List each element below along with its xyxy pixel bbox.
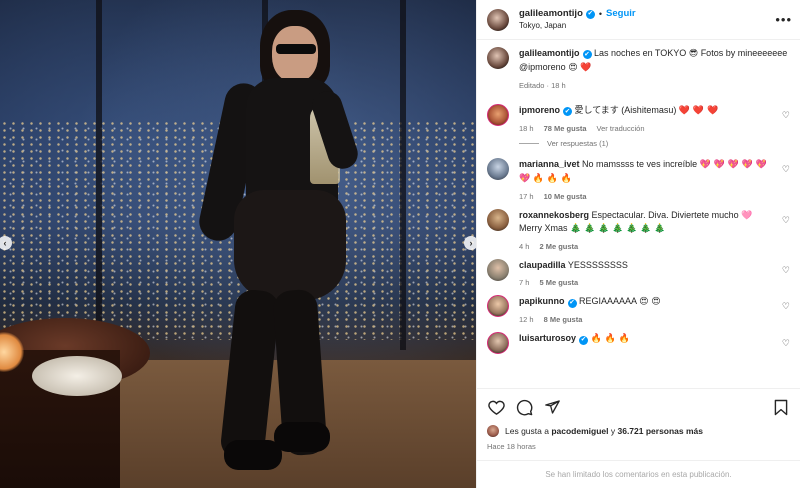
comment-time[interactable]: 17 h — [519, 192, 534, 201]
avatar[interactable] — [487, 158, 509, 181]
heart-eyes-emoji: 😍 😍 — [639, 297, 661, 308]
post-caption: galileamontijo ✔ Las noches en TOKYO 😎 Fo… — [487, 47, 790, 90]
replies-divider — [519, 143, 539, 145]
like-comment-heart-icon[interactable]: ♡ — [782, 164, 790, 175]
post-timestamp[interactable]: Hace 18 horas — [487, 442, 790, 451]
plate-with-napkin — [32, 356, 122, 396]
fire-emoji: 🔥 🔥 🔥 — [532, 174, 573, 185]
comment-text: 愛してます (Aishitemasu) — [574, 105, 677, 116]
sunglasses-emoji: 😎 — [688, 49, 699, 59]
sunglasses — [276, 44, 316, 54]
comment-text: REGIAAAAAA — [579, 296, 637, 307]
window-frame — [96, 0, 102, 350]
avatar[interactable] — [487, 425, 499, 437]
comment-likes[interactable]: 2 Me gusta — [539, 242, 578, 251]
comment-item: papikunno ✔ REGIAAAAAA 😍 😍 12 h 8 Me gust… — [487, 295, 790, 324]
comment-time[interactable]: 18 h — [519, 124, 534, 133]
likes-summary: Les gusta a pacodemiguel y 36.721 person… — [487, 425, 790, 437]
avatar[interactable] — [487, 332, 509, 355]
verified-icon: ✔ — [567, 298, 577, 308]
chevron-right-icon: › — [469, 237, 473, 248]
avatar[interactable] — [487, 259, 509, 282]
comments-list[interactable]: galileamontijo ✔ Las noches en TOKYO 😎 Fo… — [477, 41, 800, 386]
fire-emoji: 🔥 🔥 🔥 — [590, 334, 630, 345]
comment-item: ipmoreno ✔ 愛してます (Aishitemasu) ❤️ ❤️ ❤️ 1… — [487, 104, 790, 133]
comment-likes[interactable]: 8 Me gusta — [544, 315, 583, 324]
separator-dot: • — [598, 9, 603, 20]
avatar[interactable] — [487, 8, 509, 31]
comment-likes[interactable]: 78 Me gusta — [544, 124, 587, 133]
comment-item: claupadilla YESSSSSSSS 7 h 5 Me gusta ♡ — [487, 259, 790, 287]
like-comment-heart-icon[interactable]: ♡ — [782, 110, 790, 121]
carousel-next-button[interactable]: › — [464, 236, 476, 250]
comment-username[interactable]: ipmoreno — [519, 105, 560, 115]
post-location[interactable]: Tokyo, Japan — [519, 21, 636, 32]
skirt — [234, 190, 346, 300]
comment-time[interactable]: 4 h — [519, 242, 529, 251]
see-translation-link[interactable]: Ver traducción — [597, 124, 645, 133]
share-paper-plane-icon[interactable] — [543, 398, 561, 416]
comment-item: luisarturosoy ✔ 🔥 🔥 🔥 ♡ — [487, 332, 790, 355]
comment-text: No mamssss te ves increíble — [582, 159, 698, 170]
like-comment-heart-icon[interactable]: ♡ — [782, 215, 790, 226]
left-leg — [219, 288, 281, 462]
verified-icon: ✔ — [579, 335, 589, 345]
like-comment-heart-icon[interactable]: ♡ — [782, 338, 790, 349]
instagram-post-view: ‹ › galileamontijo ✔ • Seguir Tokyo, Jap… — [0, 0, 800, 488]
like-comment-heart-icon[interactable]: ♡ — [782, 265, 790, 276]
like-heart-icon[interactable] — [487, 398, 505, 416]
comment-text: YESSSSSSSS — [567, 260, 628, 271]
face — [272, 26, 318, 82]
caption-meta: Editado · 18 h — [519, 81, 566, 91]
view-replies-link[interactable]: Ver respuestas (1) — [519, 139, 790, 148]
woman-figure — [150, 0, 370, 488]
avatar[interactable] — [487, 104, 509, 127]
likes-count[interactable]: 36.721 personas más — [617, 426, 703, 436]
caption-username[interactable]: galileamontijo — [519, 48, 580, 58]
comment-time[interactable]: 7 h — [519, 278, 529, 287]
likes-prefix: Les gusta a — [505, 426, 549, 436]
verified-icon: ✔ — [582, 50, 592, 60]
comment-username[interactable]: luisarturosoy — [519, 333, 576, 343]
comment-bubble-icon[interactable] — [515, 398, 533, 416]
comment-username[interactable]: marianna_ivet — [519, 159, 580, 169]
likes-user[interactable]: pacodemiguel — [551, 426, 608, 436]
caption-text: Las noches en TOKYO — [594, 48, 687, 58]
right-boot — [274, 422, 330, 452]
window-frame — [400, 0, 406, 350]
avatar[interactable] — [487, 47, 509, 69]
follow-button[interactable]: Seguir — [606, 8, 636, 21]
comment-likes[interactable]: 10 Me gusta — [544, 192, 587, 201]
left-boot — [224, 440, 282, 470]
post-actions: Les gusta a pacodemiguel y 36.721 person… — [477, 388, 800, 451]
verified-icon: ✔ — [585, 9, 595, 19]
comment-item: roxannekosberg Espectacular. Diva. Divie… — [487, 209, 790, 251]
post-side-panel: galileamontijo ✔ • Seguir Tokyo, Japan •… — [476, 0, 800, 488]
comment-time[interactable]: 12 h — [519, 315, 534, 324]
avatar[interactable] — [487, 295, 509, 318]
author-username[interactable]: galileamontijo — [519, 8, 583, 21]
more-options-icon[interactable]: ••• — [775, 12, 792, 27]
verified-icon: ✔ — [563, 107, 573, 117]
like-comment-heart-icon[interactable]: ♡ — [782, 301, 790, 312]
comments-limited-notice: Se han limitado los comentarios en esta … — [477, 460, 800, 488]
comment-item: marianna_ivet No mamssss te ves increíbl… — [487, 158, 790, 201]
heart-emoji: ❤️ — [580, 63, 592, 74]
bookmark-icon[interactable] — [772, 398, 790, 416]
tree-emoji: 🎄 🎄 🎄 🎄 🎄 🎄 🎄 — [570, 224, 666, 235]
comment-username[interactable]: claupadilla — [519, 260, 566, 270]
comment-username[interactable]: papikunno — [519, 296, 565, 306]
view-replies-label: Ver respuestas (1) — [547, 139, 609, 149]
chevron-left-icon: ‹ — [3, 237, 7, 248]
avatar[interactable] — [487, 209, 509, 232]
comment-emoji: ❤️ ❤️ ❤️ — [678, 106, 719, 117]
comment-username[interactable]: roxannekosberg — [519, 210, 589, 220]
likes-middle: y — [610, 426, 616, 436]
comment-likes[interactable]: 5 Me gusta — [539, 278, 578, 287]
heart-eyes-emoji: 😍 — [568, 63, 578, 74]
post-header: galileamontijo ✔ • Seguir Tokyo, Japan •… — [477, 0, 800, 40]
post-photo[interactable]: ‹ › — [0, 0, 476, 488]
